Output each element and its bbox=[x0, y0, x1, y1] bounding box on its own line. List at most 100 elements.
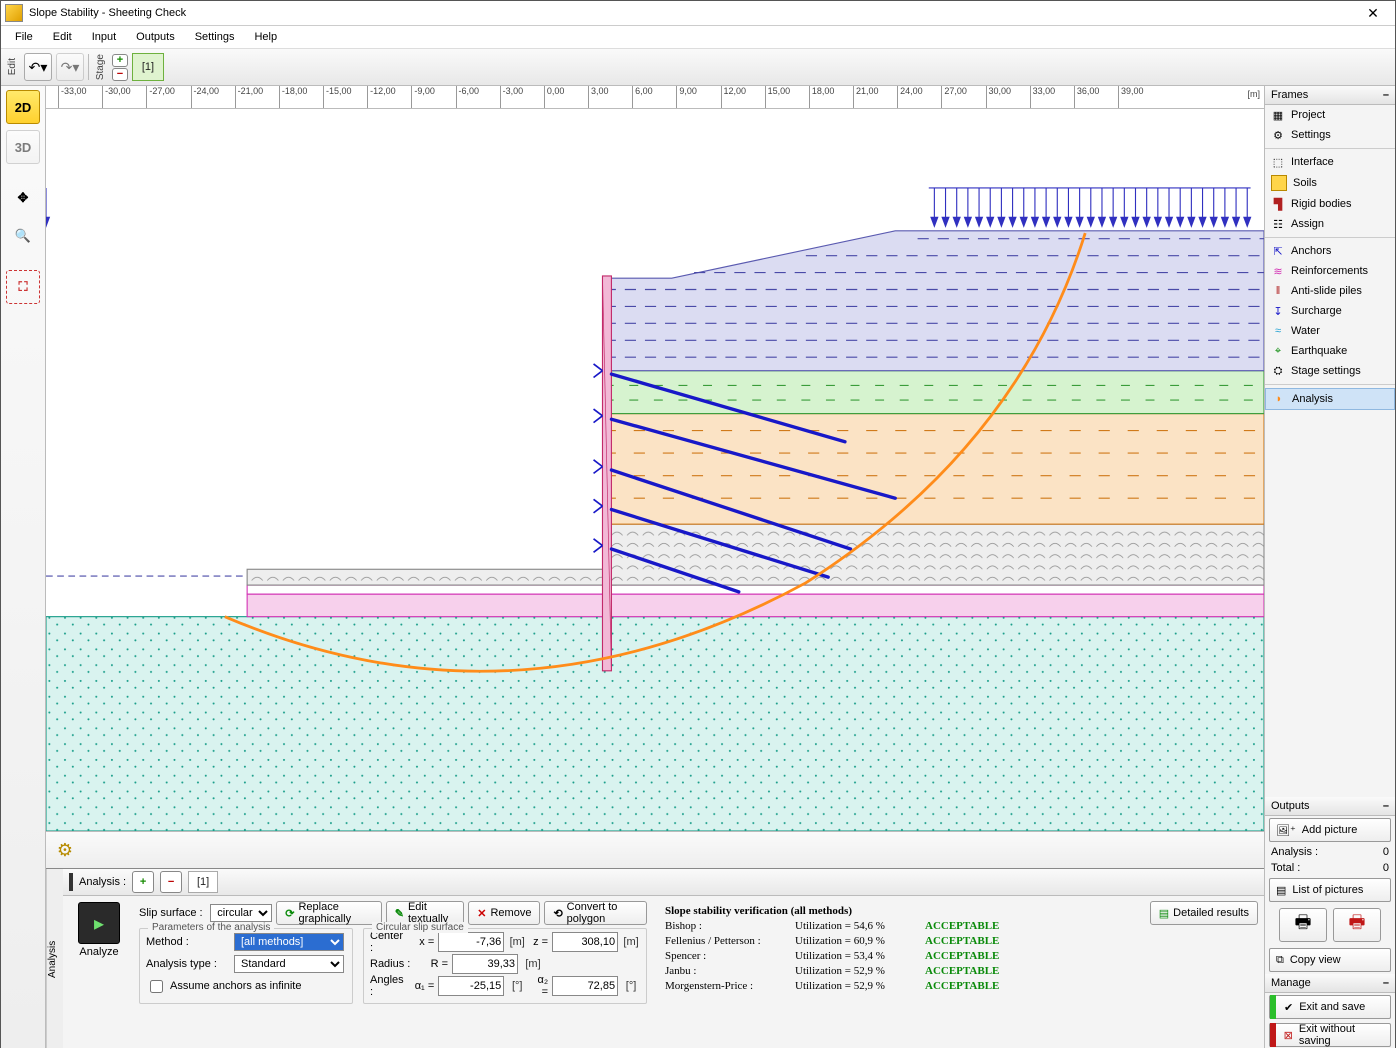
replace-graphically-button[interactable]: ⟳Replace graphically bbox=[276, 901, 381, 925]
frame-rigid-bodies[interactable]: ▜Rigid bodies bbox=[1265, 194, 1395, 214]
stage-settings-icon: ⛭ bbox=[1271, 364, 1285, 378]
unit-deg2: [°] bbox=[622, 980, 640, 992]
frame-assign[interactable]: ☷Assign bbox=[1265, 214, 1395, 234]
stage-group-label: Stage bbox=[93, 52, 108, 82]
canvas-footer: ⚙ bbox=[46, 831, 1264, 868]
water-icon: ≈ bbox=[1271, 324, 1285, 338]
a1-label: α₁ = bbox=[413, 980, 434, 992]
right-sidebar: Frames– ▦Project ⚙Settings ⬚Interface So… bbox=[1264, 86, 1395, 1048]
detailed-results-button[interactable]: ▤Detailed results bbox=[1150, 901, 1258, 925]
frame-water[interactable]: ≈Water bbox=[1265, 321, 1395, 341]
r-label: R = bbox=[422, 958, 448, 970]
analysis-panel: Analysis Analysis : + − [1] ▸ Analyze bbox=[46, 868, 1264, 1048]
unit-m3: [m] bbox=[522, 958, 544, 970]
model-canvas[interactable] bbox=[46, 109, 1264, 831]
slip-surface-select[interactable]: circular bbox=[210, 904, 272, 922]
frames-minimize-icon[interactable]: – bbox=[1383, 89, 1389, 101]
angle2-input[interactable] bbox=[552, 976, 618, 996]
project-icon: ▦ bbox=[1271, 108, 1285, 122]
menu-outputs[interactable]: Outputs bbox=[126, 28, 185, 46]
stage-tab-1[interactable]: [1] bbox=[132, 53, 164, 81]
remove-stage-button[interactable]: − bbox=[112, 68, 128, 81]
center-z-input[interactable] bbox=[552, 932, 618, 952]
add-analysis-button[interactable]: + bbox=[132, 871, 154, 893]
menu-edit[interactable]: Edit bbox=[43, 28, 82, 46]
frame-surcharge[interactable]: ↧Surcharge bbox=[1265, 301, 1395, 321]
params-legend: Parameters of the analysis bbox=[148, 922, 274, 933]
view-toolbar: 2D 3D ✥ 🔍 ⛶ bbox=[1, 86, 46, 1048]
assume-anchors-checkbox[interactable] bbox=[150, 980, 163, 993]
window-title: Slope Stability - Sheeting Check bbox=[29, 7, 1355, 19]
assume-anchors-label: Assume anchors as infinite bbox=[170, 980, 301, 992]
frame-analysis[interactable]: ◗Analysis bbox=[1265, 388, 1395, 410]
analysis-type-label: Analysis type : bbox=[146, 958, 230, 970]
radius-input[interactable] bbox=[452, 954, 518, 974]
copy-view-button[interactable]: ⧉Copy view bbox=[1269, 948, 1391, 972]
frame-anti-slide-piles[interactable]: ‖Anti-slide piles bbox=[1265, 281, 1395, 301]
menubar: File Edit Input Outputs Settings Help bbox=[1, 26, 1395, 49]
analysis-header-label: Analysis : bbox=[79, 876, 126, 888]
center-x-input[interactable] bbox=[438, 932, 504, 952]
frame-interface[interactable]: ⬚Interface bbox=[1265, 152, 1395, 172]
add-stage-button[interactable]: + bbox=[112, 54, 128, 67]
analyze-button[interactable]: ▸ Analyze bbox=[69, 902, 129, 1043]
reinf-icon: ≋ bbox=[1271, 264, 1285, 278]
frame-reinforcements[interactable]: ≋Reinforcements bbox=[1265, 261, 1395, 281]
surcharge-icon: ↧ bbox=[1271, 304, 1285, 318]
close-button[interactable]: ✕ bbox=[1355, 5, 1391, 22]
add-picture-icon: 🖼⁺ bbox=[1276, 824, 1296, 837]
remove-slip-button[interactable]: ✕Remove bbox=[468, 901, 540, 925]
undo-button[interactable]: ↶▾ bbox=[24, 53, 52, 81]
view-3d-button[interactable]: 3D bbox=[6, 130, 40, 164]
exit-no-save-button[interactable]: ⊠Exit without saving bbox=[1269, 1023, 1391, 1047]
print-button-2[interactable]: 🖶 bbox=[1333, 908, 1381, 942]
print-button-1[interactable]: 🖶 bbox=[1279, 908, 1327, 942]
analysis-tab-1[interactable]: [1] bbox=[188, 871, 218, 893]
analyze-label: Analyze bbox=[79, 946, 118, 958]
outputs-total-row: Total :0 bbox=[1265, 860, 1395, 876]
menu-help[interactable]: Help bbox=[244, 28, 287, 46]
angle1-input[interactable] bbox=[438, 976, 504, 996]
zoom-button[interactable]: 🔍 bbox=[7, 220, 39, 252]
analyze-icon: ▸ bbox=[78, 902, 120, 944]
a2-label: α₂ = bbox=[530, 974, 548, 998]
method-label: Method : bbox=[146, 936, 230, 948]
frame-soils[interactable]: Soils bbox=[1265, 172, 1395, 194]
exit-save-button[interactable]: ✔Exit and save bbox=[1269, 995, 1391, 1019]
pan-button[interactable]: ✥ bbox=[7, 182, 39, 214]
outputs-analysis-row: Analysis :0 bbox=[1265, 844, 1395, 860]
anchors-icon: ⇱ bbox=[1271, 244, 1285, 258]
unit-m2: [m] bbox=[622, 936, 640, 948]
panel-side-label: Analysis bbox=[46, 869, 63, 1048]
gear-icon[interactable]: ⚙ bbox=[52, 837, 78, 863]
menu-input[interactable]: Input bbox=[82, 28, 126, 46]
piles-icon: ‖ bbox=[1271, 284, 1285, 298]
menu-settings[interactable]: Settings bbox=[185, 28, 245, 46]
frame-project[interactable]: ▦Project bbox=[1265, 105, 1395, 125]
circular-legend: Circular slip surface bbox=[372, 922, 468, 933]
x-icon: ⊠ bbox=[1284, 1029, 1293, 1042]
assign-icon: ☷ bbox=[1271, 217, 1285, 231]
view-2d-button[interactable]: 2D bbox=[6, 90, 40, 124]
convert-polygon-button[interactable]: ⟲Convert to polygon bbox=[544, 901, 647, 925]
x-label: x = bbox=[413, 936, 434, 948]
zoom-fit-button[interactable]: ⛶ bbox=[6, 270, 40, 304]
frames-header: Frames– bbox=[1265, 86, 1395, 105]
interface-icon: ⬚ bbox=[1271, 155, 1285, 169]
frame-settings[interactable]: ⚙Settings bbox=[1265, 125, 1395, 145]
outputs-header: Outputs– bbox=[1265, 797, 1395, 816]
copy-icon: ⧉ bbox=[1276, 954, 1284, 967]
analysis-type-select[interactable]: Standard bbox=[234, 955, 344, 973]
outputs-minimize-icon[interactable]: – bbox=[1383, 800, 1389, 812]
menu-file[interactable]: File bbox=[5, 28, 43, 46]
frame-stage-settings[interactable]: ⛭Stage settings bbox=[1265, 361, 1395, 381]
unit-m: [m] bbox=[508, 936, 526, 948]
add-picture-button[interactable]: 🖼⁺Add picture bbox=[1269, 818, 1391, 842]
manage-minimize-icon[interactable]: – bbox=[1383, 977, 1389, 989]
method-select[interactable]: [all methods] bbox=[234, 933, 344, 951]
redo-button[interactable]: ↷▾ bbox=[56, 53, 84, 81]
frame-earthquake[interactable]: ⌖Earthquake bbox=[1265, 341, 1395, 361]
remove-analysis-button[interactable]: − bbox=[160, 871, 182, 893]
list-pictures-button[interactable]: ▤List of pictures bbox=[1269, 878, 1391, 902]
frame-anchors[interactable]: ⇱Anchors bbox=[1265, 241, 1395, 261]
